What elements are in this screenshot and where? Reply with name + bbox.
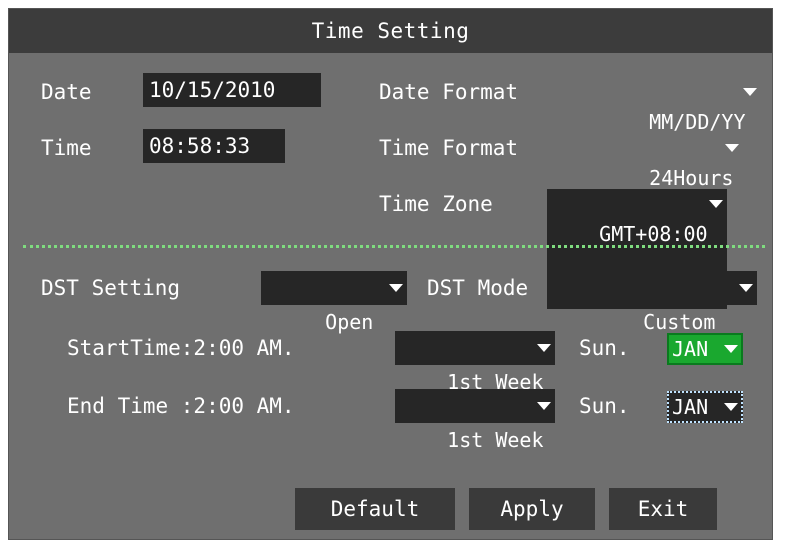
time-label: Time (41, 136, 92, 160)
start-month-select[interactable]: JAN (667, 333, 743, 365)
dst-mode-select[interactable]: Custom (577, 271, 757, 334)
default-button[interactable]: Default (295, 488, 455, 530)
start-month-value: JAN (672, 337, 709, 361)
dst-mode-label: DST Mode (427, 276, 529, 300)
chevron-down-icon (709, 200, 723, 208)
exit-button[interactable]: Exit (609, 488, 717, 530)
chevron-down-icon (725, 144, 739, 152)
start-day-select[interactable]: Sun. (579, 331, 630, 365)
chevron-down-icon (724, 403, 738, 411)
dst-mode-value: Custom (643, 310, 716, 334)
start-time-label: StartTime:2:00 AM. (67, 336, 295, 360)
date-format-label: Date Format (379, 80, 519, 104)
dst-setting-value: Open (325, 310, 374, 334)
end-day-select[interactable]: Sun. (579, 389, 630, 423)
time-zone-value: GMT+08:00 (599, 222, 708, 246)
chevron-down-icon (743, 88, 757, 96)
dst-setting-label: DST Setting (41, 276, 181, 300)
end-week-value: 1st Week (447, 428, 544, 452)
date-label: Date (41, 80, 92, 104)
chevron-down-icon (724, 345, 738, 353)
chevron-down-icon (739, 284, 753, 292)
section-divider (23, 245, 765, 248)
chevron-down-icon (389, 284, 403, 292)
end-month-value: JAN (672, 395, 709, 419)
end-time-label: End Time :2:00 AM. (67, 394, 295, 418)
window-title: Time Setting (311, 19, 470, 43)
chevron-down-icon (537, 344, 551, 352)
end-week-select[interactable]: 1st Week (395, 389, 555, 452)
time-format-value: 24Hours (649, 166, 734, 190)
date-input[interactable]: 10/15/2010 (143, 73, 321, 107)
date-format-value: MM/DD/YY (649, 110, 746, 134)
title-bar: Time Setting (9, 9, 772, 53)
time-format-label: Time Format (379, 136, 519, 160)
end-month-select[interactable]: JAN (667, 391, 743, 423)
time-input[interactable]: 08:58:33 (143, 129, 285, 163)
apply-button[interactable]: Apply (469, 488, 595, 530)
time-zone-label: Time Zone (379, 192, 493, 216)
dst-setting-select[interactable]: Open (261, 271, 407, 334)
time-setting-dialog: Time Setting Date 10/15/2010 Date Format… (8, 8, 773, 540)
start-week-select[interactable]: 1st Week (395, 331, 555, 394)
chevron-down-icon (537, 402, 551, 410)
